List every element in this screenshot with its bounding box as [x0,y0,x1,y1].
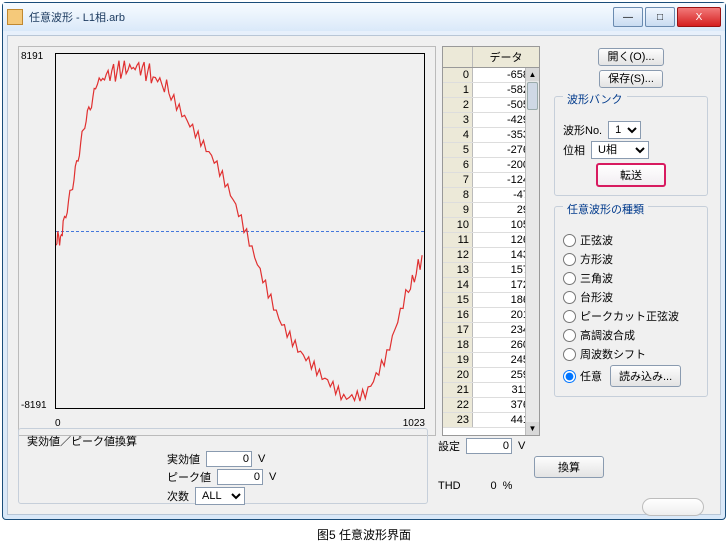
plot-area [55,53,425,409]
rms-label: 実効値 [167,451,200,467]
wavetype-radio[interactable] [563,291,576,304]
wavetype-label: 周波数シフト [580,346,646,362]
rms-legend: 実効値／ピーク値換算 [27,436,137,448]
waveform-bank-group: 波形バンク 波形No. 1 位相 U相 転送 [554,96,708,196]
wavetype-label: 任意 [580,368,602,384]
table-header-data: データ [473,47,539,67]
wavetype-radio[interactable] [563,272,576,285]
wavetype-label: 台形波 [580,289,613,305]
wavetype-radio[interactable] [563,253,576,266]
thd-label: THD [438,480,461,492]
set-unit: V [518,440,525,452]
thd-unit: % [503,480,513,492]
dialog-button[interactable] [642,498,704,516]
peak-label: ピーク値 [167,469,211,485]
set-label: 設定 [438,438,460,454]
close-button[interactable]: X [677,7,721,27]
waveform-plot: 8191 -8191 0 1023 [18,46,436,436]
y-min-label: -8191 [21,400,47,411]
type-legend: 任意波形の種類 [563,201,648,217]
titlebar: 任意波形 - L1相.arb — □ X [3,3,725,31]
app-window: 任意波形 - L1相.arb — □ X 8191 -8191 0 1023 [2,2,726,520]
thd-value: 0 [467,480,497,492]
phase-label: 位相 [563,142,585,158]
load-button[interactable]: 読み込み... [610,365,681,387]
waveform-no-select[interactable]: 1 [608,121,641,139]
bottom-panel: 実効値／ピーク値換算 実効値 V ピーク値 V [18,428,710,504]
client-area: 8191 -8191 0 1023 データ 0-6581-5822-5053- [7,35,721,515]
waveform-type-group: 任意波形の種類 正弦波方形波三角波台形波ピークカット正弦波高調波合成周波数シフト… [554,206,708,397]
transfer-button[interactable]: 転送 [596,163,666,187]
waveform-trace [56,54,424,408]
order-label: 次数 [167,488,189,504]
data-table: データ 0-6581-5822-5053-4294-3535-2766-2007… [442,46,540,436]
wavetype-radio[interactable] [563,329,576,342]
wavetype-label: 方形波 [580,251,613,267]
table-header: データ [443,47,539,68]
calc-panel: 設定 V 換算 THD 0 % [428,428,710,504]
wavetype-radio[interactable] [563,310,576,323]
waveform-no-label: 波形No. [563,122,602,138]
wavetype-label: 正弦波 [580,232,613,248]
open-button[interactable]: 開く(O)... [598,48,663,66]
wavetype-label: 高調波合成 [580,327,635,343]
save-button[interactable]: 保存(S)... [599,70,663,88]
wavetype-radio[interactable] [563,234,576,247]
window-title: 任意波形 - L1相.arb [29,9,613,25]
phase-select[interactable]: U相 [591,141,649,159]
bank-legend: 波形バンク [563,91,627,107]
rms-input[interactable] [206,451,252,467]
app-icon [7,9,23,25]
maximize-button[interactable]: □ [645,7,675,27]
wavetype-radio[interactable] [563,370,576,383]
rms-group: 実効値／ピーク値換算 実効値 V ピーク値 V [18,428,428,504]
scroll-up-icon[interactable]: ▲ [526,68,539,81]
wavetype-radio[interactable] [563,348,576,361]
table-body[interactable]: 0-6581-5822-5053-4294-3535-2766-2007-124… [443,68,539,435]
set-input[interactable] [466,438,512,454]
rms-unit: V [258,453,265,465]
calc-button[interactable]: 換算 [534,456,604,478]
order-select[interactable]: ALL [195,487,245,505]
wavetype-label: ピークカット正弦波 [580,308,679,324]
minimize-button[interactable]: — [613,7,643,27]
right-panel: 開く(O)... 保存(S)... 波形バンク 波形No. 1 位相 U相 転送 [546,46,710,436]
peak-unit: V [269,471,276,483]
figure-caption: 图5 任意波形界面 [2,526,726,543]
y-max-label: 8191 [21,51,43,62]
wavetype-label: 三角波 [580,270,613,286]
peak-input[interactable] [217,469,263,485]
scroll-thumb[interactable] [527,82,538,110]
table-scrollbar[interactable]: ▲ ▼ [525,68,539,435]
